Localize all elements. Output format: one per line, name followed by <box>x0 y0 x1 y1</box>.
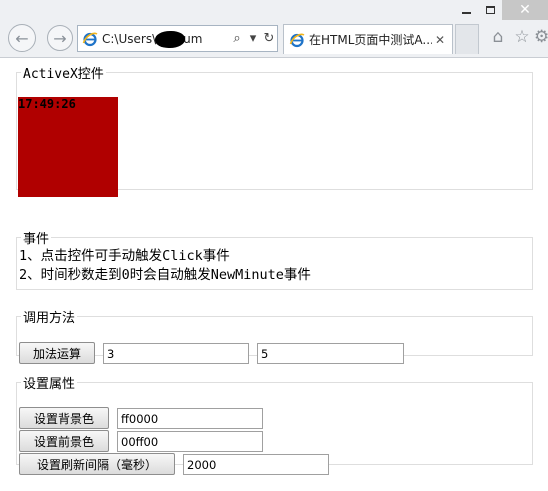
event-line-click: 1、点击控件可手动触发Click事件 <box>19 248 230 264</box>
tab-title: 在HTML页面中测试A... <box>309 33 432 47</box>
page-content: ActiveX控件 17:49:26 事件 1、点击控件可手动触发Click事件… <box>0 59 548 491</box>
operand1-input[interactable] <box>103 343 249 364</box>
clock-text: 17:49:26 <box>18 97 76 111</box>
fgcolor-input[interactable] <box>117 431 263 452</box>
events-fieldset: 事件 1、点击控件可手动触发Click事件 2、时间秒数走到0时会自动触发New… <box>16 228 533 290</box>
forward-button[interactable]: → <box>47 25 73 51</box>
minimize-button[interactable] <box>455 0 477 20</box>
activex-fieldset: ActiveX控件 17:49:26 <box>16 63 533 197</box>
interval-input[interactable] <box>183 454 329 475</box>
set-bgcolor-button[interactable]: 设置背景色 <box>19 407 109 429</box>
maximize-button[interactable] <box>479 0 501 20</box>
events-legend: 事件 <box>23 232 50 247</box>
back-button[interactable]: ← <box>8 24 36 52</box>
maximize-icon <box>485 6 495 14</box>
forward-arrow-icon: → <box>53 28 67 48</box>
event-line-newminute: 2、时间秒数走到0时会自动触发NewMinute事件 <box>19 267 311 283</box>
home-icon[interactable]: ⌂ <box>488 27 508 47</box>
address-bar[interactable]: C:\Users\ Docum ⌕ ▾ ↻ <box>77 25 278 52</box>
set-interval-button[interactable]: 设置刷新间隔（毫秒） <box>19 453 175 475</box>
tab-active[interactable]: 在HTML页面中测试A... ✕ <box>283 24 453 54</box>
add-button[interactable]: 加法运算 <box>19 342 95 364</box>
activex-legend: ActiveX控件 <box>23 67 104 82</box>
search-icon[interactable]: ⌕ <box>229 31 245 46</box>
tab-close-icon[interactable]: ✕ <box>432 33 448 47</box>
properties-fieldset: 设置属性 设置背景色 设置前景色 设置刷新间隔（毫秒） <box>16 373 533 475</box>
operand2-input[interactable] <box>257 343 404 364</box>
set-fgcolor-button[interactable]: 设置前景色 <box>19 430 109 452</box>
refresh-icon[interactable]: ↻ <box>261 31 277 46</box>
methods-fieldset: 调用方法 加法运算 <box>16 307 533 364</box>
methods-legend: 调用方法 <box>23 311 76 326</box>
activex-control[interactable]: 17:49:26 <box>18 97 118 197</box>
ie-tab-icon <box>289 33 305 47</box>
favorites-icon[interactable]: ☆ <box>512 27 532 47</box>
redaction-mark <box>155 31 185 48</box>
new-tab-button[interactable] <box>455 24 479 54</box>
close-window-button[interactable]: ✕ <box>502 0 548 20</box>
bgcolor-input[interactable] <box>117 408 263 429</box>
ie-page-icon <box>82 32 98 46</box>
minimize-icon <box>461 12 471 14</box>
gear-icon[interactable]: ⚙ <box>534 27 548 47</box>
properties-legend: 设置属性 <box>23 377 76 392</box>
close-icon: ✕ <box>519 2 531 18</box>
dropdown-icon[interactable]: ▾ <box>245 31 261 46</box>
browser-chrome: ✕ ← → C:\Users\ Docum ⌕ ▾ ↻ 在HTML页面中测试A.… <box>0 0 548 58</box>
back-arrow-icon: ← <box>15 28 29 48</box>
